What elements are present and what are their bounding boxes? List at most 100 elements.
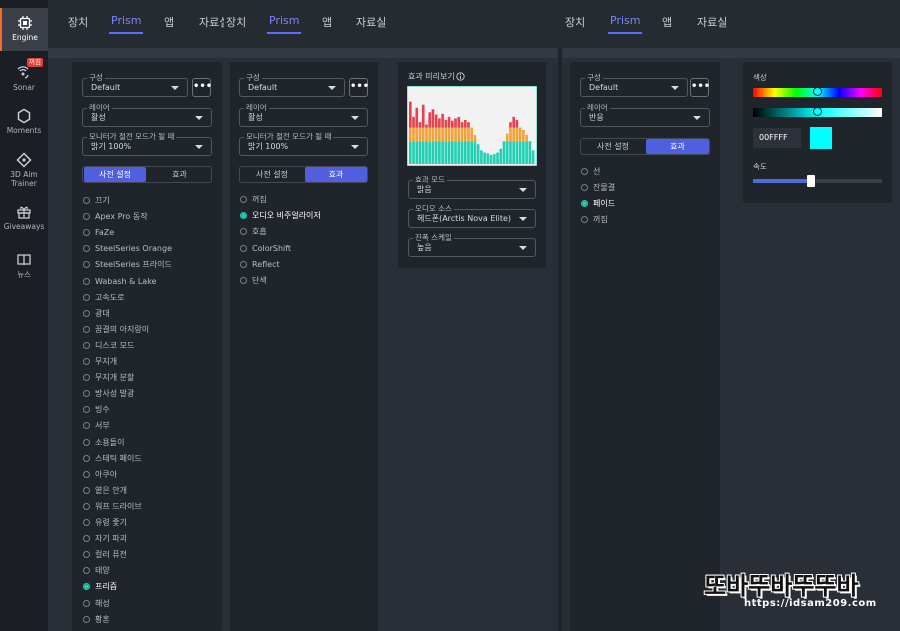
radio-option[interactable]: SteelSeries Orange <box>83 243 172 255</box>
tab-devices[interactable]: 장치 <box>224 14 247 30</box>
visualizer-bar <box>457 141 461 164</box>
visualizer-bar <box>444 127 448 142</box>
radio-icon <box>83 406 90 414</box>
visualizer-bar <box>415 141 419 164</box>
radio-option[interactable]: 꺼짐 <box>240 194 267 206</box>
radio-option[interactable]: 선 <box>581 166 600 178</box>
hue-slider[interactable] <box>753 87 882 97</box>
shade-slider[interactable] <box>753 107 882 117</box>
radio-option[interactable]: 옅은 안개 <box>83 485 127 497</box>
radio-option[interactable]: 방사성 발광 <box>83 388 134 400</box>
visualizer-bar <box>457 127 461 142</box>
radio-option[interactable]: 잔물결 <box>581 182 615 194</box>
radio-option[interactable]: 태양 <box>83 565 110 577</box>
chevron-down-icon <box>519 188 527 192</box>
visualizer-bar <box>502 141 506 164</box>
radio-option[interactable]: 유령 좇기 <box>83 517 127 529</box>
color-swatch[interactable] <box>810 127 832 149</box>
radio-option[interactable]: 무지개 <box>83 356 117 368</box>
sidebar-item-moments[interactable]: Moments <box>0 108 48 138</box>
tab-presets[interactable]: 사전 설정 <box>84 167 146 182</box>
radio-option[interactable]: 고속도로 <box>83 292 124 304</box>
tab-apps[interactable]: 앱 <box>662 14 672 30</box>
radio-option[interactable]: SteelSeries 프라이드 <box>83 259 172 271</box>
radio-option[interactable]: 호흡 <box>240 226 267 238</box>
sidebar-item-news[interactable]: 뉴스 <box>0 252 48 282</box>
visualizer-bar <box>421 141 425 164</box>
radio-option[interactable]: 컬러 퓨전 <box>83 549 127 561</box>
visualizer-bar <box>470 141 474 164</box>
hex-input[interactable]: 00FFFF <box>753 128 801 148</box>
radio-label: 컬러 퓨전 <box>95 550 127 560</box>
radio-option[interactable]: ColorShift <box>240 243 291 255</box>
shade-slider-handle[interactable] <box>813 107 822 116</box>
radio-icon <box>83 599 90 607</box>
radio-option[interactable]: 꺼짐 <box>581 214 608 226</box>
radio-option[interactable]: Wabash & Lake <box>83 276 156 288</box>
radio-option[interactable]: 서부 <box>83 420 110 432</box>
radio-icon <box>83 551 90 559</box>
radio-option[interactable]: 스태틱 페이드 <box>83 453 142 465</box>
sidebar-item-engine[interactable]: Engine <box>0 8 48 51</box>
config-label: 구성 <box>585 72 603 83</box>
tab-prism[interactable]: Prism <box>108 14 144 34</box>
tab-devices[interactable]: 장치 <box>68 14 88 30</box>
radio-label: 끄기 <box>95 196 110 205</box>
tab-prism[interactable]: Prism <box>266 14 302 34</box>
radio-option[interactable]: 광대 <box>83 308 110 320</box>
chevron-down-icon <box>671 86 679 90</box>
sidebar-item-giveaways[interactable]: Giveaways <box>0 204 48 234</box>
more-button[interactable]: ••• <box>690 78 710 97</box>
visualizer-bar <box>409 141 412 164</box>
speed-slider-handle[interactable] <box>807 175 816 187</box>
info-icon[interactable] <box>456 72 465 81</box>
visualizer-bar <box>441 141 444 164</box>
visualizer-bar <box>509 122 512 128</box>
radio-option[interactable]: 황혼 <box>83 614 110 626</box>
tab-effects[interactable]: 효과 <box>646 139 709 154</box>
visualizer-bar <box>463 141 467 164</box>
tab-apps[interactable]: 앱 <box>322 14 332 30</box>
sidebar: Engine 꺼짐 Sonar Moments 3D Aim Trainer G… <box>0 0 48 631</box>
tab-effects[interactable]: 효과 <box>148 167 211 182</box>
radio-option[interactable]: 끄기 <box>83 195 110 207</box>
radio-option[interactable]: 워프 드라이브 <box>83 501 142 513</box>
tab-library[interactable]: 자료실 <box>356 14 386 30</box>
radio-icon <box>240 244 247 252</box>
hue-slider-handle[interactable] <box>813 87 822 96</box>
sidebar-item-aim-trainer[interactable]: 3D Aim Trainer <box>0 152 48 190</box>
more-button[interactable]: ••• <box>192 78 212 97</box>
tab-apps[interactable]: 앱 <box>164 14 174 30</box>
more-button[interactable]: ••• <box>349 78 369 97</box>
visualizer-bar <box>496 152 499 164</box>
radio-option[interactable]: 무지개 분할 <box>83 372 134 384</box>
tab-presets[interactable]: 사전 설정 <box>241 167 303 182</box>
visualizer-bar <box>531 150 535 164</box>
radio-option[interactable]: Apex Pro 동작 <box>83 211 148 223</box>
radio-option[interactable]: FaZe <box>83 227 114 239</box>
speed-slider[interactable] <box>753 175 882 187</box>
radio-option[interactable]: 소용돌이 <box>83 437 124 449</box>
radio-icon <box>83 229 90 237</box>
radio-option[interactable]: 꿈결의 아지랑이 <box>83 324 149 336</box>
tab-library[interactable]: 자료실 <box>697 14 727 30</box>
tab-presets[interactable]: 사전 설정 <box>582 139 644 154</box>
radio-option[interactable]: 빙수 <box>83 404 110 416</box>
tab-devices[interactable]: 장치 <box>565 14 585 30</box>
sidebar-item-sonar[interactable]: 꺼짐 Sonar <box>0 58 48 94</box>
tab-effects[interactable]: 효과 <box>305 167 367 182</box>
radio-option[interactable]: 해성 <box>83 598 110 610</box>
tab-prism[interactable]: Prism <box>607 14 643 34</box>
visualizer-bar <box>470 127 474 142</box>
radio-option[interactable]: 프리즘 <box>83 581 117 593</box>
radio-option[interactable]: Reflect <box>240 259 280 271</box>
radio-option[interactable]: 오디오 비주얼라이저 <box>240 210 321 222</box>
visualizer-bar <box>409 101 412 128</box>
visualizer-bar <box>415 127 419 142</box>
radio-option[interactable]: 자기 파괴 <box>83 533 127 545</box>
radio-option[interactable]: 페이드 <box>581 198 615 210</box>
radio-option[interactable]: 아쿠아 <box>83 469 117 481</box>
radio-label: 자기 파괴 <box>95 534 127 544</box>
radio-option[interactable]: 디스코 모드 <box>83 340 134 352</box>
radio-option[interactable]: 단색 <box>240 275 267 287</box>
